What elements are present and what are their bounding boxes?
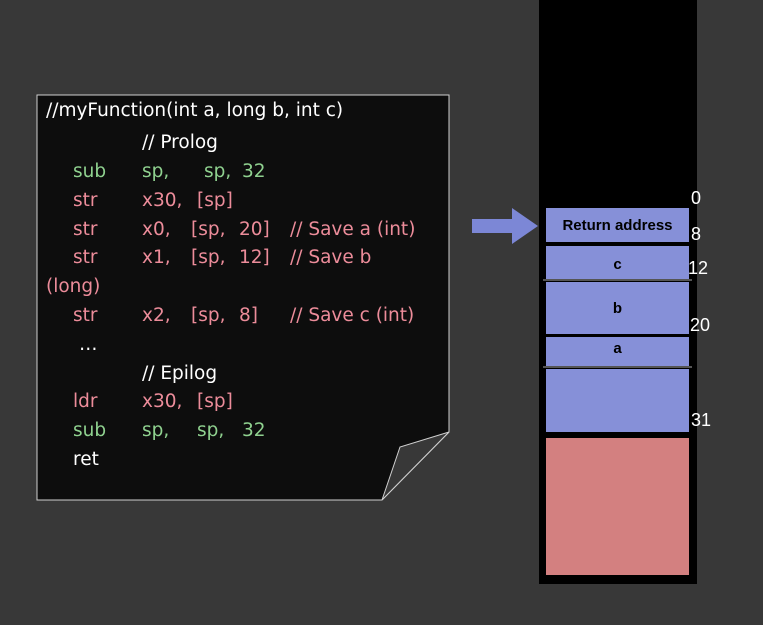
slot-label-return-address: Return address: [562, 217, 673, 234]
line4-a3: 12]: [239, 247, 270, 268]
line3-op: str: [73, 219, 98, 240]
slot-label-a: a: [613, 340, 622, 357]
offset-label: 0: [691, 188, 702, 208]
offset-label: 12: [688, 258, 709, 278]
line6-op: ldr: [73, 391, 98, 412]
line4-a2: [sp,: [191, 247, 226, 268]
slot-label-c: c: [613, 256, 622, 273]
line1-a2: sp,: [204, 161, 232, 182]
line5-a3: 8]: [239, 305, 258, 326]
line6-a2: [sp]: [197, 391, 233, 412]
slot-label-b: b: [612, 300, 623, 317]
offset-label: 20: [690, 315, 711, 335]
line6-a1: x30,: [142, 391, 183, 412]
line2-op: str: [73, 190, 98, 211]
arrow-right-icon: [472, 208, 538, 244]
line3-a2: [sp,: [191, 219, 226, 240]
line2-a2: [sp]: [197, 190, 233, 211]
line4-wrap: (long): [46, 276, 101, 297]
prolog-comment: // Prolog: [142, 132, 218, 153]
line4-a1: x1,: [142, 247, 171, 268]
line7-a3: 32: [242, 420, 266, 441]
line7-a2: sp,: [197, 420, 225, 441]
slot-divider: [543, 279, 692, 281]
line4-op: str: [73, 247, 98, 268]
epilog-comment: // Epilog: [142, 363, 218, 384]
stack-slot-padding: [546, 369, 689, 432]
line2-a1: x30,: [142, 190, 183, 211]
slot-divider: [543, 366, 692, 368]
line1-op: sub: [73, 161, 107, 182]
line1-a1: sp,: [142, 161, 170, 182]
code-header: //myFunction(int a, long b, int c): [46, 100, 344, 121]
ellipsis: …: [79, 334, 98, 355]
line5-comment: // Save c (int): [290, 305, 415, 326]
offset-label: 8: [691, 224, 702, 244]
line3-comment: // Save a (int): [290, 219, 416, 240]
line5-a1: x2,: [142, 305, 171, 326]
line5-op: str: [73, 305, 98, 326]
line3-a3: 20]: [239, 219, 270, 240]
line4-comment: // Save b: [290, 247, 372, 268]
line5-a2: [sp,: [191, 305, 226, 326]
line8-op: ret: [73, 449, 99, 470]
line7-op: sub: [73, 420, 107, 441]
offset-label: 31: [691, 410, 712, 430]
line3-a1: x0,: [142, 219, 171, 240]
line1-a3: 32: [242, 161, 266, 182]
line7-a1: sp,: [142, 420, 170, 441]
stack-region-below: [546, 438, 689, 575]
